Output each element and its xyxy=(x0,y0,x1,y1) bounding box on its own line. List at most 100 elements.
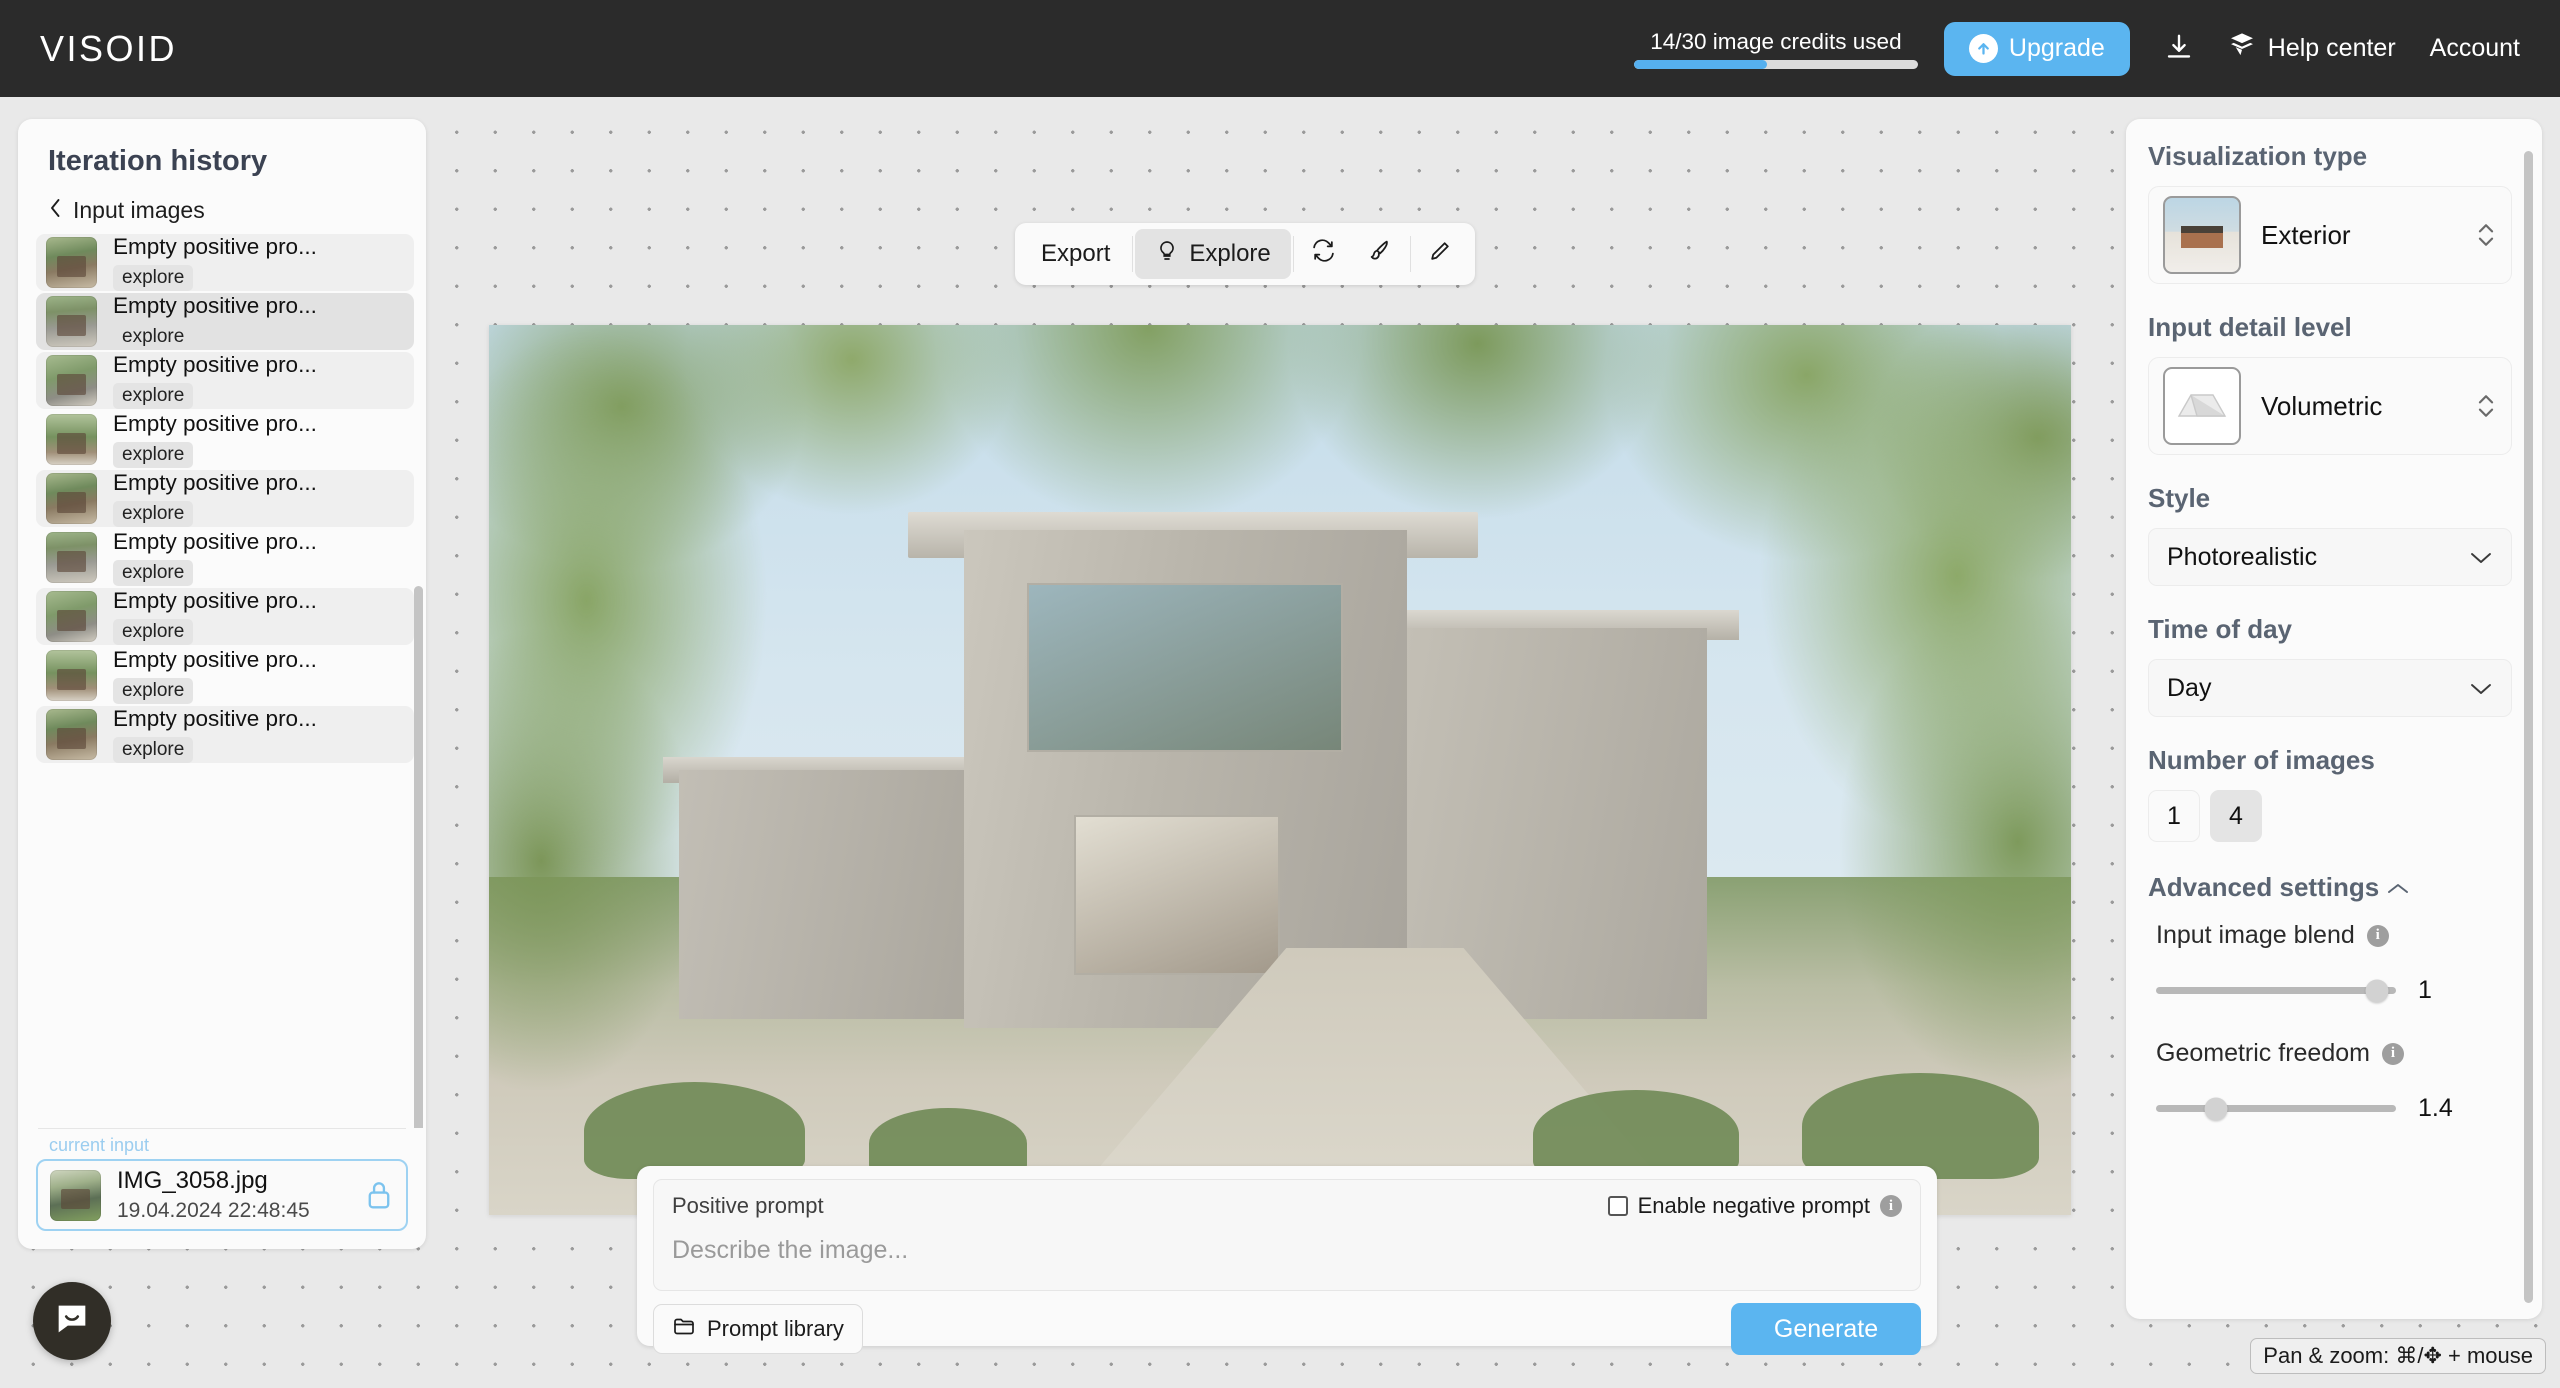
history-item[interactable]: Empty positive pro... explore xyxy=(36,588,414,645)
download-button[interactable] xyxy=(2164,32,2194,65)
account-link[interactable]: Account xyxy=(2430,34,2520,63)
geometric-freedom-group: Geometric freedom i xyxy=(2156,1039,2512,1068)
history-item-tag: explore xyxy=(113,560,194,586)
house-upper-glazing xyxy=(1026,583,1344,753)
history-item-tag: explore xyxy=(113,501,194,527)
current-input-card[interactable]: IMG_3058.jpg 19.04.2024 22:48:45 xyxy=(36,1159,408,1231)
prompt-library-label: Prompt library xyxy=(707,1316,844,1341)
enable-negative-prompt-label: Enable negative prompt xyxy=(1637,1193,1870,1218)
chevron-down-icon xyxy=(2469,674,2493,703)
chevron-up-icon xyxy=(2387,872,2409,903)
history-item-title: Empty positive pro... xyxy=(113,352,317,377)
current-input-label: current input xyxy=(49,1135,150,1155)
history-item[interactable]: Empty positive pro... explore xyxy=(36,234,414,291)
visualization-type-picker[interactable]: Exterior xyxy=(2148,186,2512,284)
explore-button[interactable]: Explore xyxy=(1135,229,1291,279)
pencil-button[interactable] xyxy=(1413,229,1469,279)
history-scrollbar[interactable] xyxy=(414,586,423,1128)
chevron-updown-icon[interactable] xyxy=(2475,389,2497,423)
history-item-thumbnail xyxy=(46,591,97,642)
style-select[interactable]: Photorealistic xyxy=(2148,528,2512,586)
tree-right-layer xyxy=(1691,325,2071,1109)
enable-negative-prompt-checkbox[interactable] xyxy=(1607,1196,1628,1216)
history-item[interactable]: Empty positive pro... explore xyxy=(36,352,414,409)
generate-button[interactable]: Generate xyxy=(1731,1303,1921,1355)
visualization-type-value: Exterior xyxy=(2261,219,2351,250)
prompt-library-button[interactable]: Prompt library xyxy=(653,1304,863,1354)
divider xyxy=(38,1128,406,1129)
history-item[interactable]: Empty positive pro... explore xyxy=(36,647,414,704)
chevron-down-icon xyxy=(2469,543,2493,572)
lightbulb-icon xyxy=(1155,239,1179,270)
slider-handle[interactable] xyxy=(2204,1097,2228,1120)
history-item[interactable]: Empty positive pro... explore xyxy=(36,411,414,468)
history-item-title: Empty positive pro... xyxy=(113,470,317,495)
credits-label: 14/30 image credits used xyxy=(1650,28,1902,54)
history-item[interactable]: Empty positive pro... explore xyxy=(36,529,414,586)
history-item-thumbnail xyxy=(46,237,97,288)
history-item-tag: explore xyxy=(113,678,194,704)
history-item-title: Empty positive pro... xyxy=(113,588,317,613)
upgrade-button[interactable]: Upgrade xyxy=(1943,21,2130,76)
house-left-wing xyxy=(678,770,996,1020)
slider-handle[interactable] xyxy=(2365,979,2389,1002)
header-actions: 14/30 image credits used Upgrade Help ce… xyxy=(1633,21,2520,76)
history-item[interactable]: Empty positive pro... explore xyxy=(36,706,414,763)
info-icon[interactable]: i xyxy=(2381,1042,2404,1065)
upgrade-label: Upgrade xyxy=(2008,34,2105,62)
input-detail-level-value: Volumetric xyxy=(2261,390,2383,421)
positive-prompt-box[interactable]: Positive prompt Enable negative prompt i… xyxy=(653,1179,1921,1291)
geometric-freedom-label: Geometric freedom xyxy=(2156,1039,2370,1067)
input-detail-level-picker[interactable]: Volumetric xyxy=(2148,357,2512,455)
number-of-images-option-4[interactable]: 4 xyxy=(2210,790,2262,842)
refresh-button[interactable] xyxy=(1296,229,1352,279)
chevron-updown-icon[interactable] xyxy=(2475,218,2497,252)
advanced-settings-label: Advanced settings xyxy=(2148,872,2380,902)
history-item-title: Empty positive pro... xyxy=(113,647,317,672)
back-label: Input images xyxy=(73,197,205,223)
app-logo: VISOID xyxy=(40,27,178,69)
history-item-thumbnail xyxy=(46,414,97,465)
house-lower-glazing xyxy=(1074,814,1280,975)
info-icon[interactable]: i xyxy=(1880,1195,1902,1217)
back-to-input-images[interactable]: Input images xyxy=(48,197,426,224)
settings-scrollbar[interactable] xyxy=(2524,151,2533,1303)
help-center-link[interactable]: Help center xyxy=(2228,31,2396,66)
geometric-freedom-value: 1.4 xyxy=(2418,1094,2453,1122)
render-exterior-house xyxy=(489,325,2071,1215)
geometric-freedom-slider[interactable] xyxy=(2156,1097,2396,1120)
style-value: Photorealistic xyxy=(2167,542,2318,571)
number-of-images-option-1[interactable]: 1 xyxy=(2148,790,2200,842)
prompt-footer: Prompt library Generate xyxy=(653,1303,1921,1355)
history-list[interactable]: Empty positive pro... explore Empty positi… xyxy=(18,234,426,1128)
input-image-blend-slider[interactable] xyxy=(2156,979,2396,1002)
export-button[interactable]: Export xyxy=(1021,229,1130,279)
refresh-icon xyxy=(1311,238,1336,270)
shrub xyxy=(1802,1072,2040,1180)
history-item[interactable]: Empty positive pro... explore xyxy=(36,293,414,350)
help-badge-icon xyxy=(2228,31,2256,66)
geometric-freedom-slider-row: 1.4 xyxy=(2148,1094,2512,1123)
history-item-thumbnail xyxy=(46,355,97,406)
support-chat-button[interactable] xyxy=(33,1282,111,1360)
brush-button[interactable] xyxy=(1352,229,1408,279)
history-item-thumbnail xyxy=(46,296,97,347)
history-item[interactable]: Empty positive pro... explore xyxy=(36,470,414,527)
positive-prompt-input[interactable]: Describe the image... xyxy=(672,1236,1902,1265)
current-input-filename: IMG_3058.jpg xyxy=(117,1167,268,1194)
number-of-images-options: 14 xyxy=(2148,790,2512,842)
lock-icon[interactable] xyxy=(364,1179,394,1211)
current-input-section: current input IMG_3058.jpg 19.04.2024 22… xyxy=(18,1128,426,1249)
folder-icon xyxy=(672,1314,696,1344)
generated-image[interactable] xyxy=(489,325,2071,1215)
input-image-blend-group: Input image blend i xyxy=(2156,921,2512,950)
history-item-tag: explore xyxy=(113,265,194,291)
exterior-thumbnail xyxy=(2163,196,2241,274)
time-of-day-select[interactable]: Day xyxy=(2148,659,2512,717)
advanced-settings-toggle[interactable]: Advanced settings xyxy=(2148,872,2512,903)
history-item-tag: explore xyxy=(113,619,194,645)
explore-label: Explore xyxy=(1189,240,1271,267)
input-image-blend-value: 1 xyxy=(2418,976,2432,1004)
info-icon[interactable]: i xyxy=(2366,924,2389,947)
download-icon xyxy=(2164,32,2194,65)
